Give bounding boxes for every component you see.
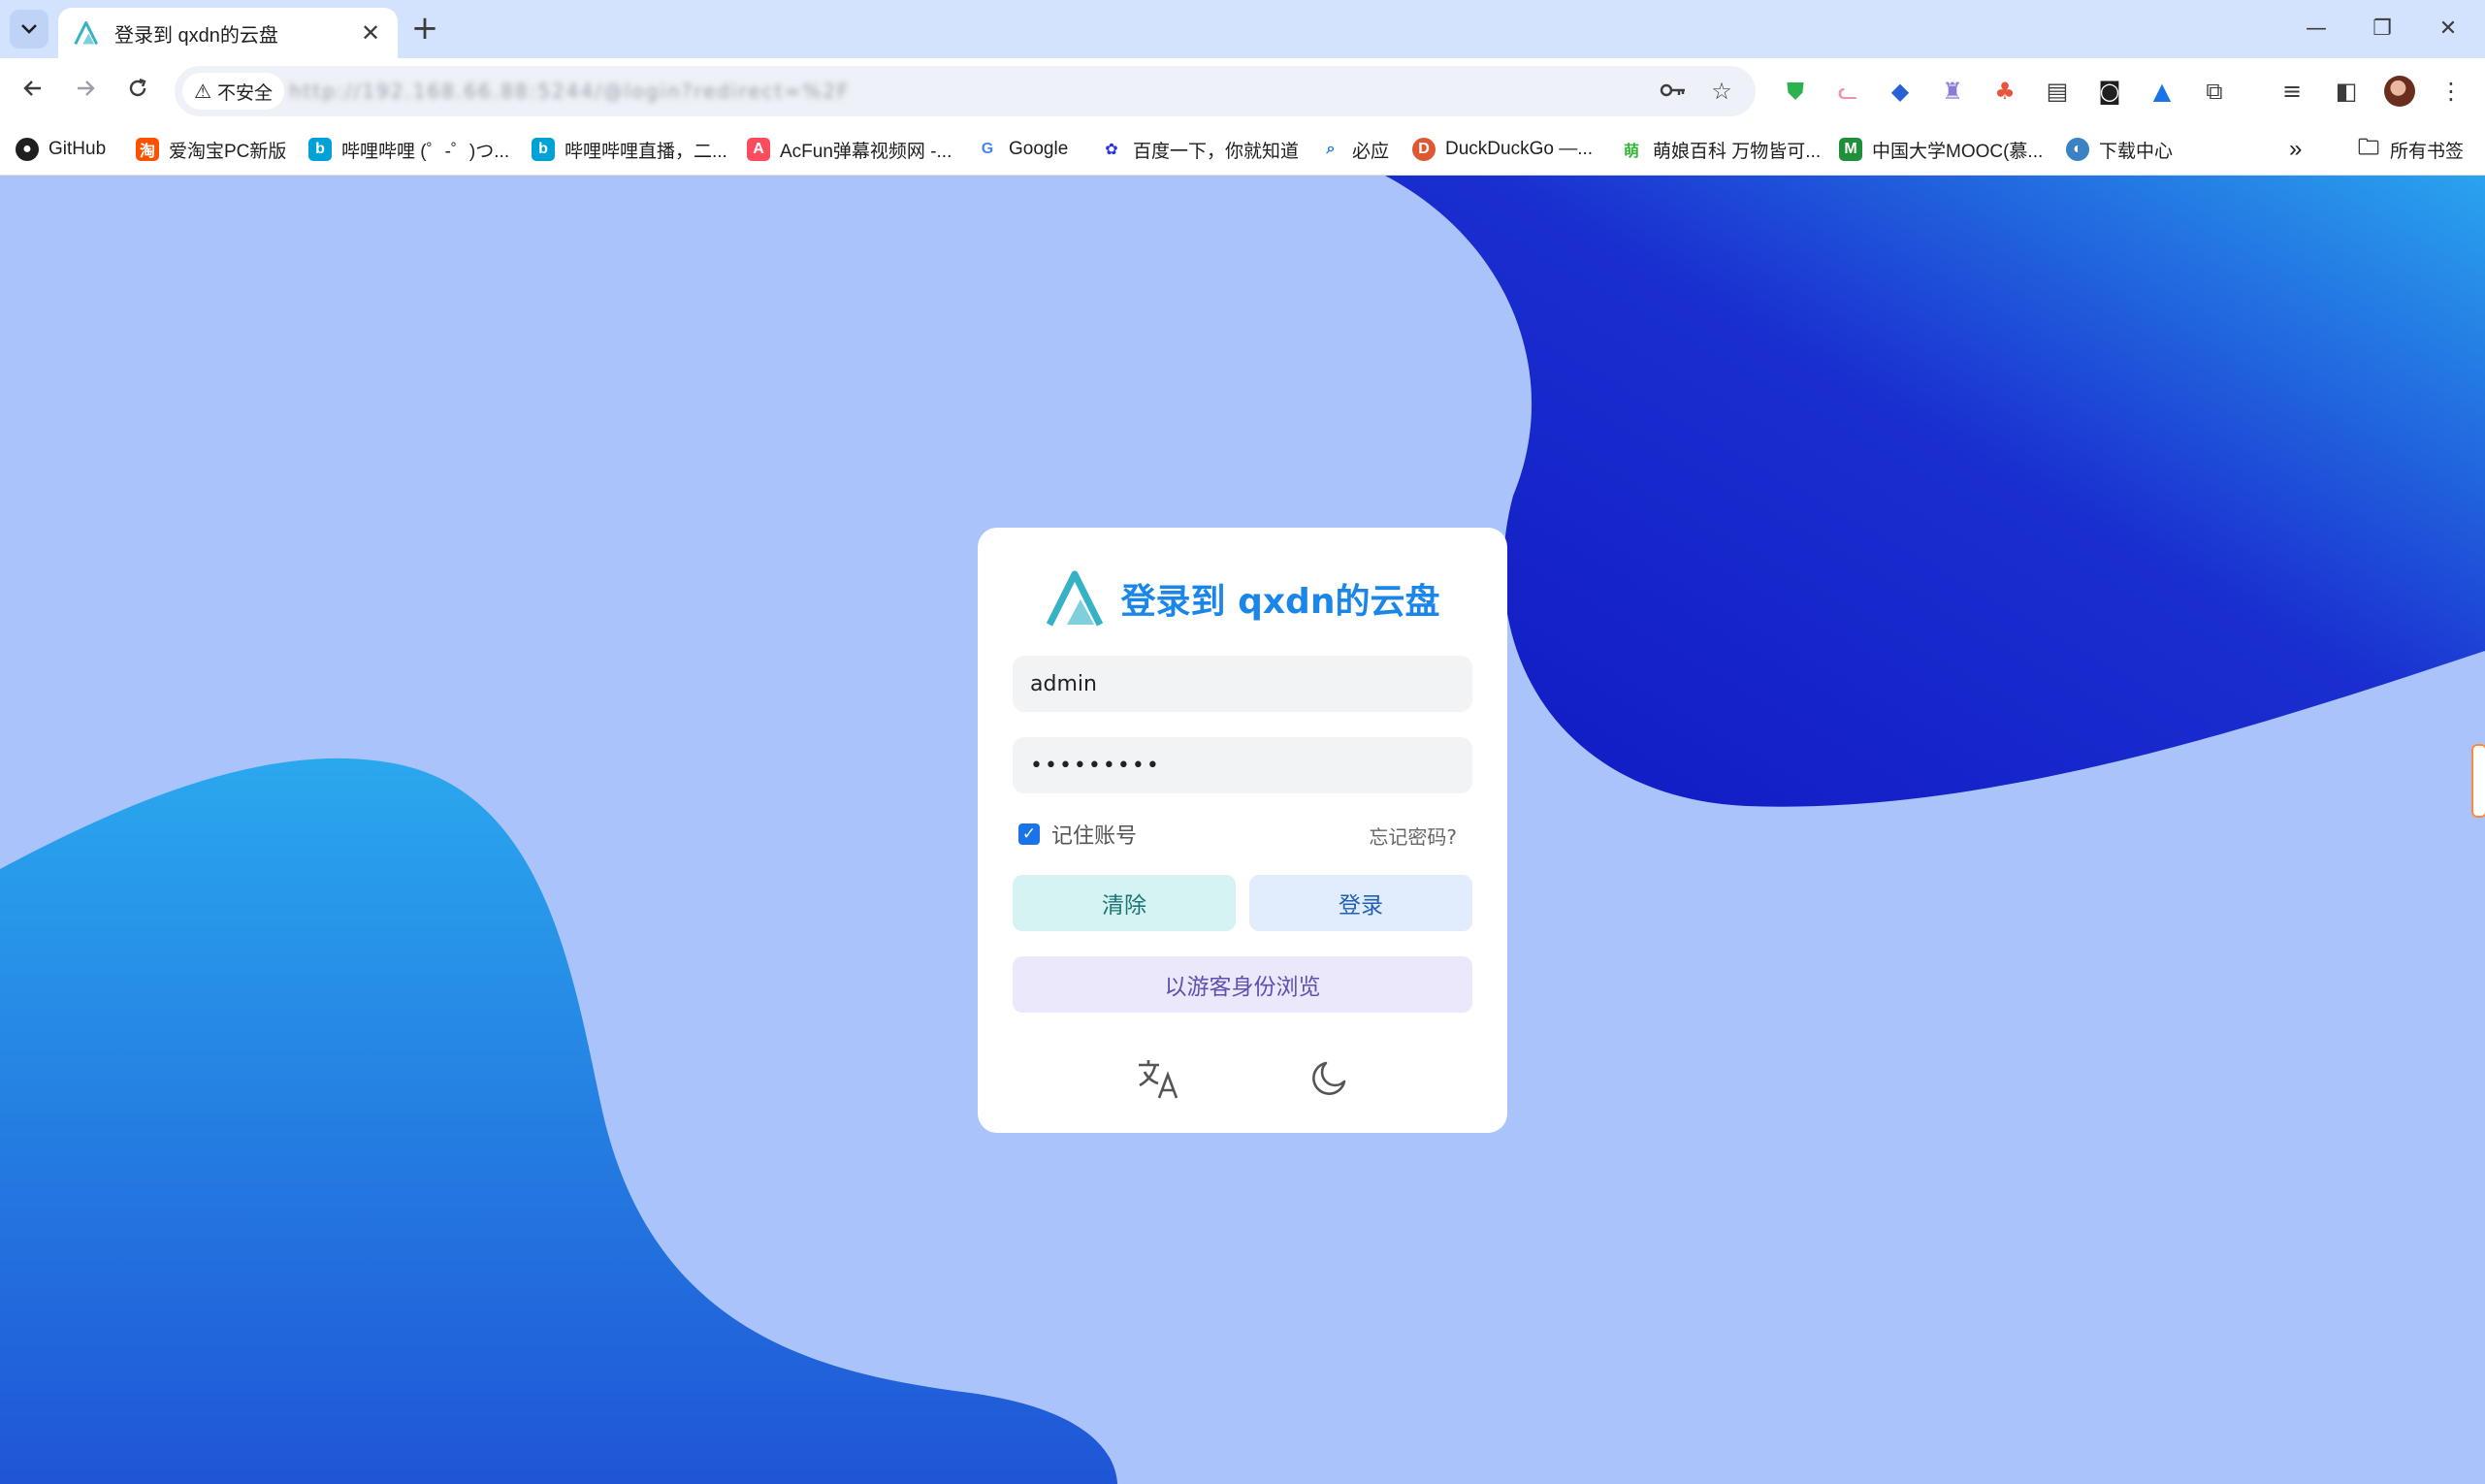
remember-account[interactable]: ✓ 记住账号 bbox=[1018, 819, 1137, 850]
close-window-button[interactable]: ✕ bbox=[2419, 10, 2477, 48]
alist-logo-icon bbox=[1046, 570, 1103, 627]
address-bar[interactable]: ⚠ 不安全 http://192.168.66.88:5244/@login?r… bbox=[175, 66, 1756, 116]
minimize-button[interactable]: — bbox=[2287, 10, 2345, 48]
clear-button[interactable]: 清除 bbox=[1013, 875, 1236, 931]
security-chip-label: 不安全 bbox=[216, 81, 273, 104]
all-bookmarks-button[interactable]: 🗀 所有书签 bbox=[2357, 134, 2464, 165]
download-center-icon: ◐ bbox=[2066, 138, 2089, 161]
bookmarks-overflow-button[interactable]: » bbox=[2289, 134, 2302, 165]
bookmark-label: AcFun弹幕视频网 -... bbox=[780, 141, 952, 162]
forward-button[interactable] bbox=[66, 72, 105, 111]
owl-extension-icon[interactable]: ♜ bbox=[1936, 75, 1969, 108]
bookmark-label: 百度一下，你就知道 bbox=[1133, 141, 1300, 162]
page-content: 登录到 qxdn的云盘 ✓ 记住账号 忘记密码? 清除 登录 以游客身份浏览 bbox=[0, 176, 2485, 1484]
bookmark-label: 中国大学MOOC(慕... bbox=[1872, 141, 2044, 162]
restore-button[interactable]: ❐ bbox=[2353, 10, 2411, 48]
alist-logo-icon bbox=[74, 20, 99, 46]
bookmark-github[interactable]: ● GitHub bbox=[16, 134, 106, 165]
forward-arrow-icon bbox=[78, 81, 95, 96]
chevron-down-icon bbox=[21, 24, 37, 34]
bookmark-download-center[interactable]: ◐ 下载中心 bbox=[2066, 134, 2173, 165]
bilibili-icon: b bbox=[308, 138, 332, 161]
all-bookmarks-label: 所有书签 bbox=[2390, 141, 2465, 162]
login-card: 登录到 qxdn的云盘 ✓ 记住账号 忘记密码? 清除 登录 以游客身份浏览 bbox=[978, 528, 1507, 1133]
password-input[interactable] bbox=[1013, 737, 1472, 793]
taobao-icon: 淘 bbox=[136, 138, 159, 161]
bookmark-label: 萌娘百科 万物皆可... bbox=[1653, 141, 1822, 162]
scrollbar-thumb[interactable] bbox=[2471, 744, 2485, 818]
guest-browse-button[interactable]: 以游客身份浏览 bbox=[1013, 956, 1472, 1013]
back-arrow-icon bbox=[23, 81, 41, 96]
reader-extension-icon[interactable]: ▤ bbox=[2041, 75, 2074, 108]
bing-search-icon: ⌕ bbox=[1319, 138, 1342, 161]
folder-icon: 🗀 bbox=[2357, 135, 2379, 159]
browser-toolbar: ⚠ 不安全 http://192.168.66.88:5244/@login?r… bbox=[0, 58, 2485, 124]
github-icon: ● bbox=[16, 138, 39, 161]
reload-button[interactable] bbox=[118, 72, 157, 111]
reload-icon bbox=[129, 78, 146, 97]
bookmark-google[interactable]: G Google bbox=[976, 134, 1068, 165]
bookmark-label: 下载中心 bbox=[2099, 141, 2174, 162]
bilibili-live-icon: b bbox=[532, 138, 555, 161]
bookmark-label: 哔哩哔哩 (゜-゜)つ... bbox=[341, 141, 510, 162]
media-controls-icon[interactable]: ≡ bbox=[2275, 75, 2308, 108]
tab-strip: 登录到 qxdn的云盘 ✕ + — ❐ ✕ bbox=[0, 0, 2485, 58]
triangle-extension-icon[interactable]: ▲ bbox=[2146, 75, 2178, 108]
tree-extension-icon[interactable]: ♣ bbox=[1988, 75, 2021, 108]
bookmark-label: 爱淘宝PC新版 bbox=[169, 141, 287, 162]
bookmark-label: GitHub bbox=[48, 139, 107, 159]
warning-icon: ⚠ bbox=[194, 80, 211, 103]
url-text: http://192.168.66.88:5244/@login?redirec… bbox=[289, 80, 851, 103]
diamond-extension-icon[interactable]: ◆ bbox=[1884, 75, 1917, 108]
active-tab[interactable]: 登录到 qxdn的云盘 ✕ bbox=[58, 8, 398, 58]
remember-label: 记住账号 bbox=[1051, 824, 1138, 849]
tab-title: 登录到 qxdn的云盘 bbox=[114, 24, 278, 47]
login-title: 登录到 qxdn的云盘 bbox=[1120, 582, 1440, 622]
bookmark-bing[interactable]: ⌕ 必应 bbox=[1319, 134, 1389, 165]
top-right-blob bbox=[1385, 176, 2485, 807]
bookmark-acfun[interactable]: A AcFun弹幕视频网 -... bbox=[747, 134, 952, 165]
extensions-puzzle-icon[interactable]: ⧉ bbox=[2198, 75, 2231, 108]
tab-search-button[interactable] bbox=[10, 10, 48, 48]
language-translate-icon[interactable] bbox=[1133, 1053, 1183, 1104]
bookmark-bilibili-live[interactable]: b 哔哩哔哩直播，二... bbox=[532, 134, 727, 165]
duckduckgo-icon: D bbox=[1412, 138, 1436, 161]
bookmark-label: DuckDuckGo —... bbox=[1445, 139, 1594, 159]
profile-avatar[interactable] bbox=[2384, 76, 2415, 107]
bookmark-mooc[interactable]: M 中国大学MOOC(慕... bbox=[1839, 134, 2043, 165]
bookmark-duckduckgo[interactable]: D DuckDuckGo —... bbox=[1412, 134, 1593, 165]
bookmark-label: Google bbox=[1009, 139, 1069, 159]
tab-close-icon[interactable]: ✕ bbox=[357, 19, 384, 47]
moegirl-icon: 萌 bbox=[1620, 138, 1643, 161]
bottom-left-blob bbox=[0, 758, 1117, 1484]
remember-checkbox[interactable]: ✓ bbox=[1018, 823, 1040, 845]
bookmark-star-icon[interactable]: ☆ bbox=[1707, 77, 1736, 106]
bookmark-baidu[interactable]: ✿ 百度一下，你就知道 bbox=[1100, 134, 1299, 165]
google-icon: G bbox=[976, 138, 999, 161]
bookmarks-bar: ● GitHub 淘 爱淘宝PC新版 b 哔哩哔哩 (゜-゜)つ... b 哔哩… bbox=[0, 124, 2485, 176]
shield-extension-icon[interactable]: ⛊ bbox=[1779, 75, 1812, 108]
bookmark-label: 哔哩哔哩直播，二... bbox=[565, 141, 727, 162]
dark-mode-moon-icon[interactable] bbox=[1304, 1053, 1354, 1104]
security-chip[interactable]: ⚠ 不安全 bbox=[182, 73, 284, 110]
password-key-icon[interactable] bbox=[1659, 77, 1688, 106]
baidu-icon: ✿ bbox=[1100, 138, 1123, 161]
login-header: 登录到 qxdn的云盘 bbox=[978, 565, 1507, 632]
bookmark-label: 必应 bbox=[1352, 141, 1390, 162]
back-button[interactable] bbox=[14, 72, 52, 111]
forgot-password-link[interactable]: 忘记密码? bbox=[1369, 822, 1457, 850]
username-input[interactable] bbox=[1013, 656, 1472, 712]
menu-kebab-icon[interactable]: ⋮ bbox=[2435, 75, 2468, 108]
cat-extension-icon[interactable]: ᓚ bbox=[1831, 75, 1864, 108]
new-tab-button[interactable]: + bbox=[407, 12, 442, 47]
mooc-icon: M bbox=[1839, 138, 1862, 161]
bookmark-bilibili[interactable]: b 哔哩哔哩 (゜-゜)つ... bbox=[308, 134, 509, 165]
side-panel-icon[interactable]: ◧ bbox=[2330, 75, 2363, 108]
login-button[interactable]: 登录 bbox=[1249, 875, 1472, 931]
bookmark-moegirl[interactable]: 萌 萌娘百科 万物皆可... bbox=[1620, 134, 1821, 165]
bookmark-taobao[interactable]: 淘 爱淘宝PC新版 bbox=[136, 134, 286, 165]
mask-extension-icon[interactable]: ◙ bbox=[2093, 75, 2126, 108]
acfun-icon: A bbox=[747, 138, 770, 161]
